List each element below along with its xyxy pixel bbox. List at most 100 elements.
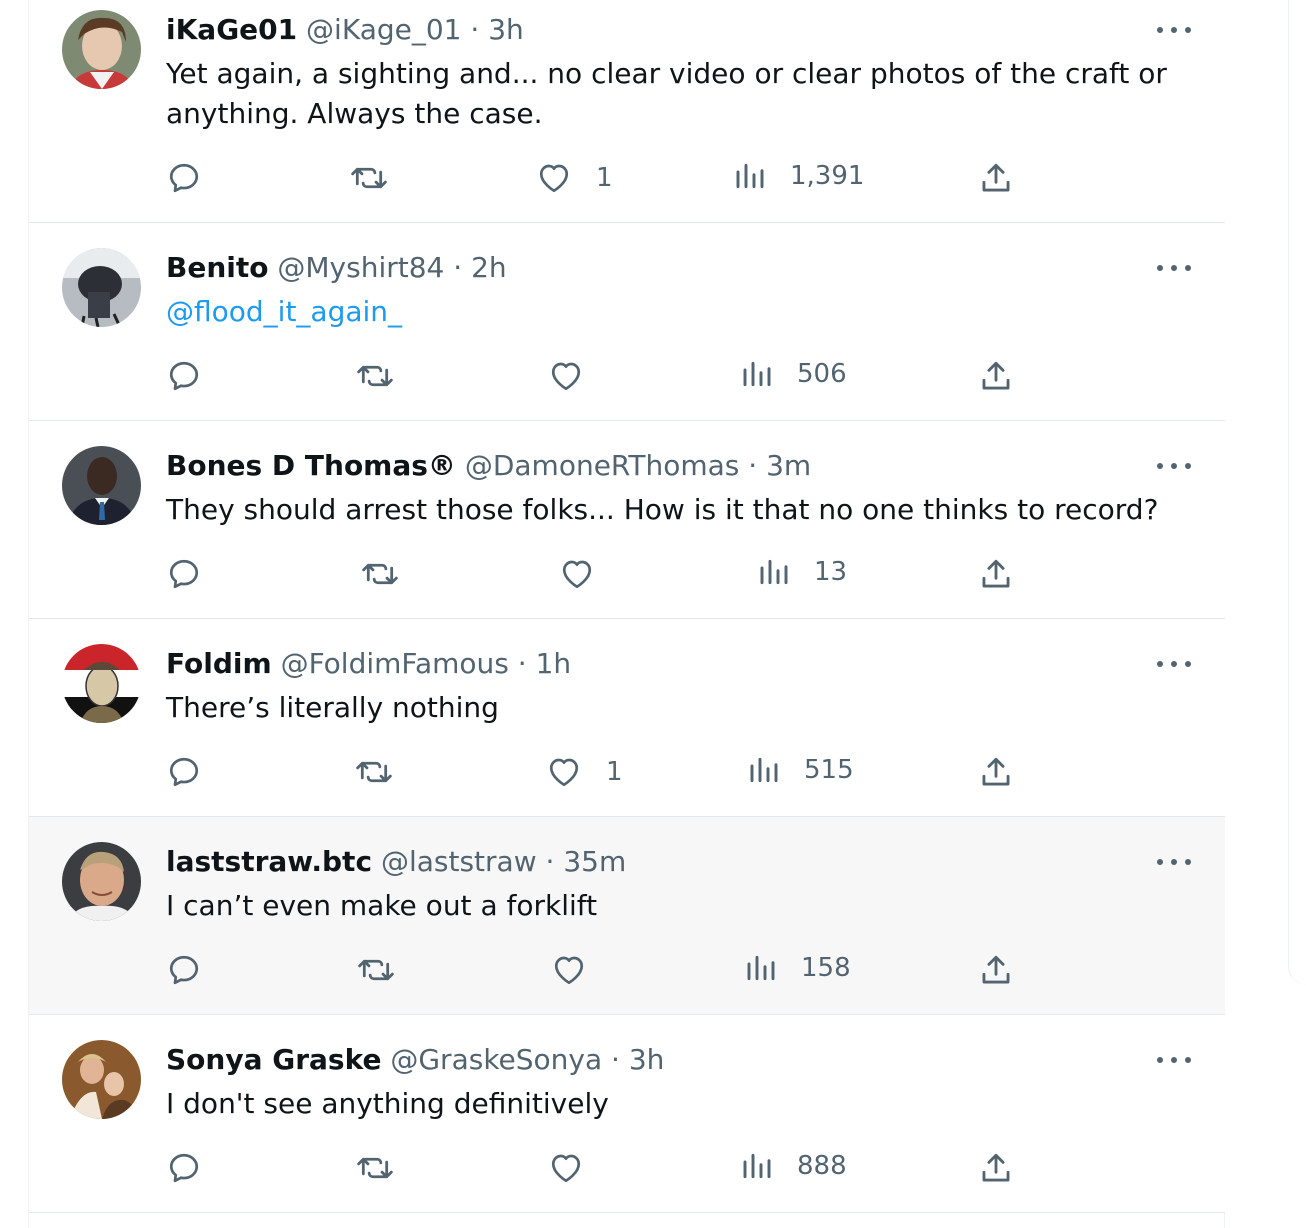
retweet-button[interactable]: [357, 952, 395, 988]
avatar[interactable]: [62, 10, 141, 89]
timestamp[interactable]: 1h: [536, 647, 572, 680]
reply-tweet[interactable]: Foldim @FoldimFamous · 1h There’s litera…: [29, 619, 1225, 817]
tweet-header: Benito @Myshirt84 · 2h: [166, 251, 507, 285]
more-icon[interactable]: [1157, 258, 1191, 278]
share-icon: [979, 358, 1013, 394]
views-button[interactable]: 158: [745, 952, 851, 984]
reply-icon: [166, 952, 202, 988]
avatar[interactable]: [62, 248, 141, 327]
timestamp[interactable]: 3h: [488, 13, 524, 46]
tweet-header: Foldim @FoldimFamous · 1h: [166, 647, 571, 681]
heart-icon: [551, 952, 587, 988]
views-button[interactable]: 888: [741, 1150, 847, 1182]
separator-dot: ·: [611, 1043, 620, 1076]
like-button[interactable]: 1: [536, 160, 613, 196]
retweet-button[interactable]: [361, 556, 399, 592]
avatar[interactable]: [62, 1040, 141, 1119]
separator-dot: ·: [545, 845, 555, 878]
timestamp[interactable]: 35m: [563, 845, 626, 878]
reply-button[interactable]: [166, 160, 202, 196]
user-handle[interactable]: @iKage_01: [306, 13, 461, 46]
views-button[interactable]: 515: [748, 754, 854, 786]
views-button[interactable]: 506: [741, 358, 847, 390]
view-count: 1,391: [790, 161, 865, 191]
separator-dot: ·: [517, 647, 527, 680]
share-button[interactable]: [979, 556, 1013, 592]
reply-tweet[interactable]: Benito @Myshirt84 · 2h @flood_it_again_ …: [29, 223, 1225, 421]
timestamp[interactable]: 3h: [629, 1043, 665, 1076]
views-icon: [741, 1150, 773, 1182]
share-icon: [979, 1150, 1013, 1186]
user-handle[interactable]: @Myshirt84: [277, 251, 444, 284]
share-icon: [979, 754, 1013, 790]
display-name[interactable]: laststraw.btc: [166, 845, 372, 878]
share-button[interactable]: [979, 160, 1013, 196]
reply-button[interactable]: [166, 358, 202, 394]
more-icon[interactable]: [1157, 456, 1191, 476]
heart-icon: [548, 1150, 584, 1186]
share-icon: [979, 556, 1013, 592]
reply-button[interactable]: [166, 556, 202, 592]
more-icon[interactable]: [1157, 20, 1191, 40]
display-name[interactable]: Benito: [166, 251, 268, 284]
reply-tweet[interactable]: Sonya Graske @GraskeSonya · 3h I don't s…: [29, 1015, 1225, 1213]
reply-tweet[interactable]: Bones D Thomas® @DamoneRThomas · 3m They…: [29, 421, 1225, 619]
retweet-button[interactable]: [355, 754, 393, 790]
reply-icon: [166, 556, 202, 592]
heart-icon: [548, 358, 584, 394]
share-button[interactable]: [979, 952, 1013, 988]
mention-link[interactable]: @flood_it_again_: [166, 292, 1176, 332]
display-name[interactable]: Bones D Thomas®: [166, 449, 456, 482]
share-icon: [979, 160, 1013, 196]
tweet-header: iKaGe01 @iKage_01 · 3h: [166, 13, 524, 47]
retweet-button[interactable]: [356, 358, 394, 394]
like-count: 1: [606, 757, 623, 787]
views-icon: [745, 952, 777, 984]
like-button[interactable]: [559, 556, 595, 592]
retweet-icon: [356, 358, 394, 394]
avatar[interactable]: [62, 446, 141, 525]
views-icon: [741, 358, 773, 390]
reply-button[interactable]: [166, 1150, 202, 1186]
share-button[interactable]: [979, 754, 1013, 790]
display-name[interactable]: iKaGe01: [166, 13, 297, 46]
views-button[interactable]: 13: [758, 556, 847, 588]
retweet-icon: [361, 556, 399, 592]
retweet-icon: [357, 952, 395, 988]
more-icon[interactable]: [1157, 654, 1191, 674]
tweet-text: I can’t even make out a forklift: [166, 889, 598, 922]
like-button[interactable]: [548, 358, 584, 394]
reply-tweet[interactable]: iKaGe01 @iKage_01 · 3h Yet again, a sigh…: [29, 0, 1225, 223]
view-count: 515: [804, 755, 854, 785]
avatar[interactable]: [62, 644, 141, 723]
like-button[interactable]: [548, 1150, 584, 1186]
more-icon[interactable]: [1157, 1050, 1191, 1070]
share-button[interactable]: [979, 1150, 1013, 1186]
user-handle[interactable]: @FoldimFamous: [281, 647, 509, 680]
timestamp[interactable]: 3m: [766, 449, 811, 482]
share-button[interactable]: [979, 358, 1013, 394]
reply-button[interactable]: [166, 754, 202, 790]
retweet-button[interactable]: [356, 1150, 394, 1186]
reply-tweet[interactable]: laststraw.btc @laststraw · 35m I can’t e…: [29, 817, 1225, 1015]
like-button[interactable]: 1: [546, 754, 623, 790]
separator-dot: ·: [453, 251, 463, 284]
like-button[interactable]: [551, 952, 587, 988]
avatar[interactable]: [62, 842, 141, 921]
reply-icon: [166, 1150, 202, 1186]
display-name[interactable]: Sonya Graske: [166, 1043, 381, 1076]
view-count: 13: [814, 557, 848, 587]
user-handle[interactable]: @DamoneRThomas: [465, 449, 740, 482]
views-button[interactable]: 1,391: [734, 160, 864, 192]
retweet-button[interactable]: [350, 160, 388, 196]
more-icon[interactable]: [1157, 852, 1191, 872]
reply-button[interactable]: [166, 952, 202, 988]
views-icon: [748, 754, 780, 786]
timestamp[interactable]: 2h: [471, 251, 507, 284]
retweet-icon: [356, 1150, 394, 1186]
user-handle[interactable]: @GraskeSonya: [390, 1043, 602, 1076]
heart-icon: [546, 754, 582, 790]
display-name[interactable]: Foldim: [166, 647, 272, 680]
tweet-text: Yet again, a sighting and... no clear vi…: [166, 57, 1167, 130]
user-handle[interactable]: @laststraw: [381, 845, 537, 878]
